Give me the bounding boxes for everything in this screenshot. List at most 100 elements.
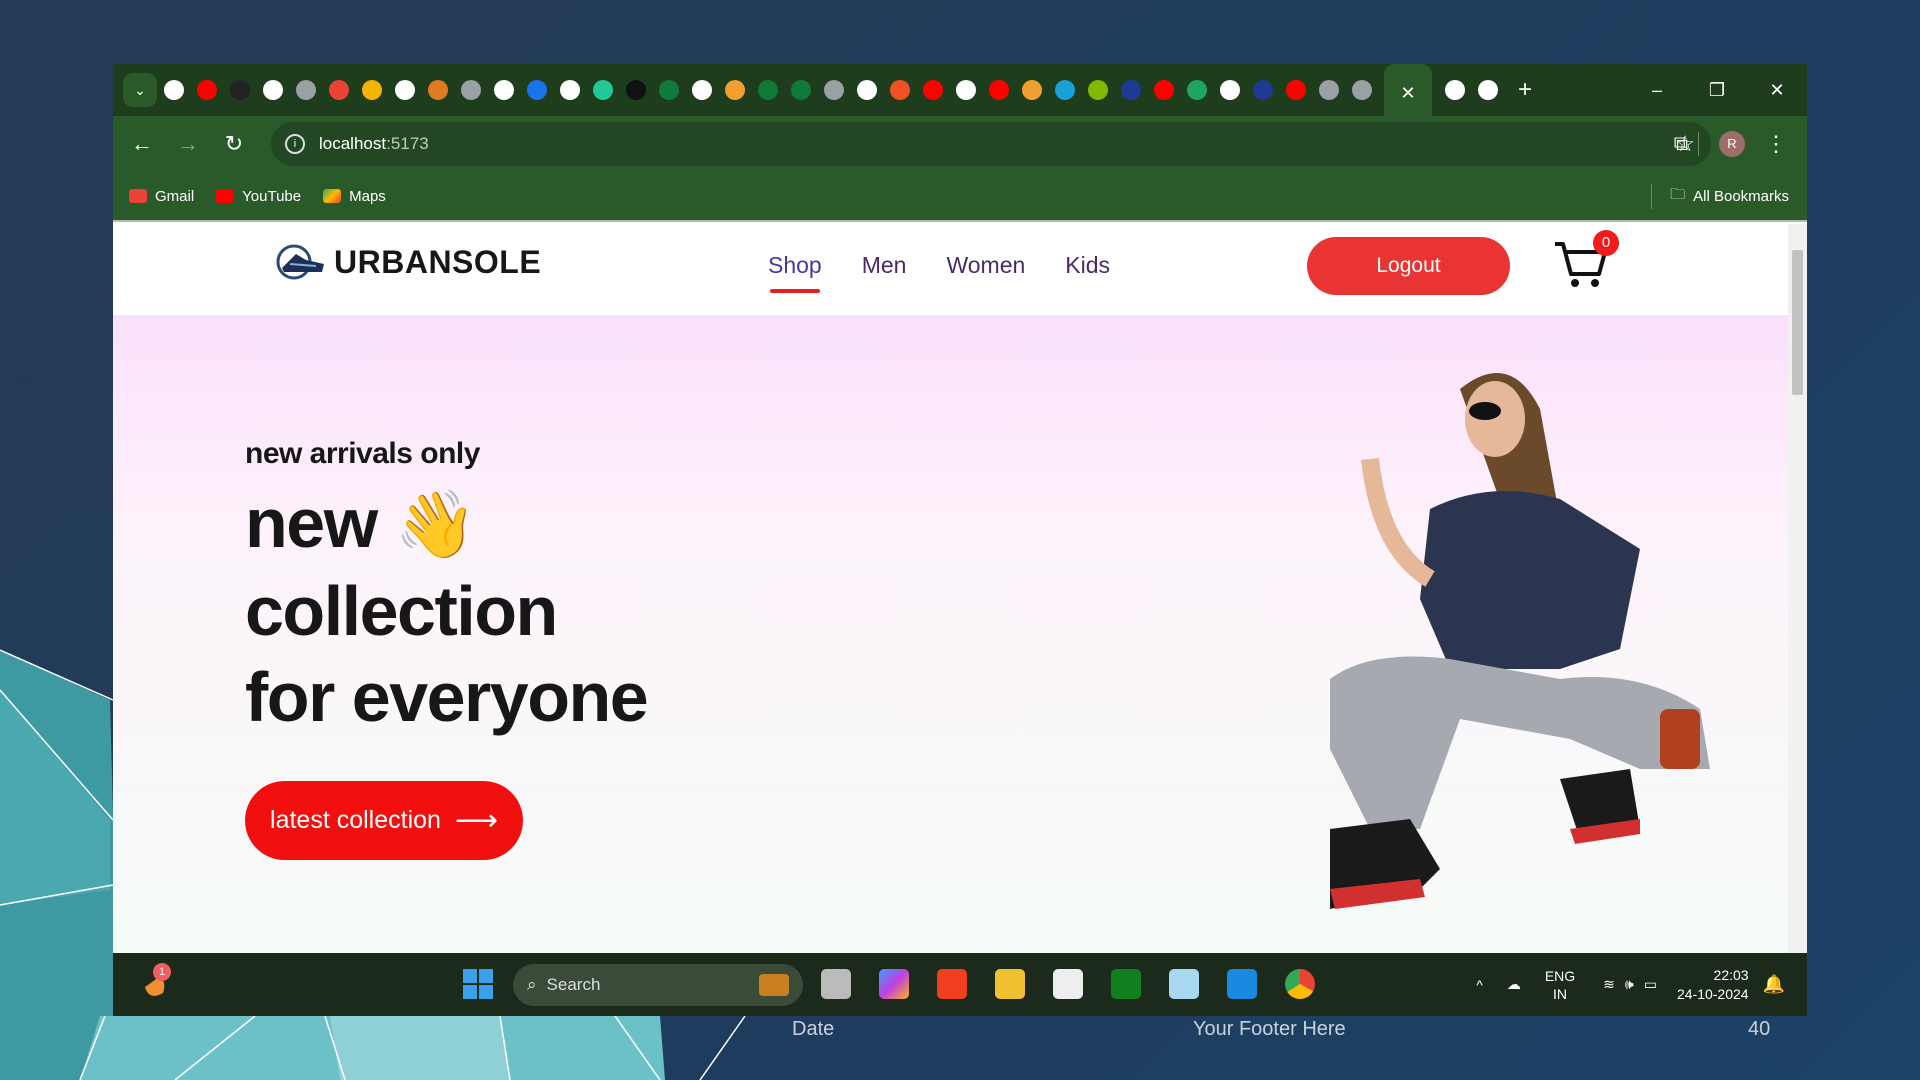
- tab-favicon-icon[interactable]: [824, 80, 844, 100]
- scrollbar-thumb[interactable]: [1792, 250, 1803, 395]
- taskbar-search[interactable]: ⌕ Search: [513, 964, 803, 1006]
- site-info-icon[interactable]: i: [285, 134, 305, 154]
- tab-favicon-icon[interactable]: [1319, 80, 1339, 100]
- tab-favicon-icon[interactable]: [1022, 80, 1042, 100]
- battery-icon[interactable]: ▭: [1644, 976, 1657, 993]
- tab-favicon-icon[interactable]: [956, 80, 976, 100]
- tab-favicon-icon[interactable]: [494, 80, 514, 100]
- tab-favicon-icon[interactable]: [1478, 80, 1498, 100]
- address-bar[interactable]: i localhost:5173 ☆: [271, 122, 1711, 166]
- slide-page-number: 40: [1748, 1018, 1771, 1040]
- tab-favicon-icon[interactable]: [395, 80, 415, 100]
- url-host: localhost: [319, 134, 387, 153]
- tab-favicon-icon[interactable]: [1253, 80, 1273, 100]
- bookmark-gmail[interactable]: Gmail: [129, 188, 194, 205]
- active-tab[interactable]: ✕: [1384, 64, 1432, 116]
- vscode-icon[interactable]: [1227, 969, 1257, 999]
- wifi-icon[interactable]: ≋: [1603, 976, 1615, 993]
- slide-footer-date: Date: [792, 1018, 835, 1040]
- minimize-button[interactable]: –: [1627, 64, 1687, 116]
- tab-favicon-icon[interactable]: [758, 80, 778, 100]
- tab-favicon-icon[interactable]: [362, 80, 382, 100]
- tab-favicon-icon[interactable]: [560, 80, 580, 100]
- tab-list-after: [1438, 80, 1504, 100]
- tab-favicon-icon[interactable]: [461, 80, 481, 100]
- clock[interactable]: 22:03 24-10-2024: [1677, 966, 1749, 1004]
- notification-bell-icon[interactable]: 🔔: [1763, 974, 1785, 995]
- show-hidden-icons[interactable]: ^: [1476, 977, 1483, 993]
- volume-icon[interactable]: 🕪: [1625, 976, 1634, 993]
- forward-button[interactable]: →: [165, 131, 211, 157]
- latest-collection-button[interactable]: latest collection ⟶: [245, 781, 523, 860]
- gmail-icon: [129, 189, 147, 203]
- tab-favicon-icon[interactable]: [1121, 80, 1141, 100]
- app-icon[interactable]: [1169, 969, 1199, 999]
- tab-favicon-icon[interactable]: [626, 80, 646, 100]
- nav-men[interactable]: Men: [862, 252, 907, 279]
- tab-favicon-icon[interactable]: [1055, 80, 1075, 100]
- extensions-icon[interactable]: ⧉: [1674, 133, 1688, 156]
- tab-favicon-icon[interactable]: [1220, 80, 1240, 100]
- task-view-icon[interactable]: [821, 969, 851, 999]
- browser-toolbar: ← → ↻ i localhost:5173 ☆ ⧉ R ⋮: [113, 116, 1807, 172]
- store-icon[interactable]: [1053, 969, 1083, 999]
- tab-favicon-icon[interactable]: [725, 80, 745, 100]
- chrome-icon[interactable]: [1285, 969, 1315, 999]
- tab-favicon-icon[interactable]: [296, 80, 316, 100]
- tab-favicon-icon[interactable]: [164, 80, 184, 100]
- reload-button[interactable]: ↻: [211, 131, 257, 157]
- tab-favicon-icon[interactable]: [791, 80, 811, 100]
- profile-avatar[interactable]: R: [1719, 131, 1745, 157]
- language-indicator[interactable]: ENG IN: [1545, 967, 1575, 1003]
- date: 24-10-2024: [1676, 985, 1749, 1002]
- nav-women[interactable]: Women: [946, 252, 1025, 279]
- start-button[interactable]: [463, 969, 493, 999]
- page-scrollbar[interactable]: [1788, 224, 1807, 953]
- back-button[interactable]: ←: [119, 131, 165, 157]
- bookmark-youtube[interactable]: YouTube: [216, 188, 301, 205]
- tab-favicon-icon[interactable]: [1352, 80, 1372, 100]
- close-window-button[interactable]: ✕: [1747, 64, 1807, 116]
- nav-kids[interactable]: Kids: [1065, 252, 1110, 279]
- menu-kebab-icon[interactable]: ⋮: [1765, 131, 1787, 157]
- tab-favicon-icon[interactable]: [659, 80, 679, 100]
- restore-button[interactable]: ❐: [1687, 64, 1747, 116]
- tab-favicon-icon[interactable]: [857, 80, 877, 100]
- site-logo[interactable]: URBANSOLE: [276, 242, 541, 282]
- tab-favicon-icon[interactable]: [989, 80, 1009, 100]
- tab-favicon-icon[interactable]: [263, 80, 283, 100]
- tab-favicon-icon[interactable]: [593, 80, 613, 100]
- widgets-button[interactable]: 1: [139, 963, 171, 1001]
- tab-favicon-icon[interactable]: [1445, 80, 1465, 100]
- bookmarks-bar: Gmail YouTube Maps 🗀 All Bookmarks: [113, 172, 1807, 222]
- tab-favicon-icon[interactable]: [230, 80, 250, 100]
- tab-favicon-icon[interactable]: [1088, 80, 1108, 100]
- tab-favicon-icon[interactable]: [527, 80, 547, 100]
- region-code: IN: [1552, 985, 1567, 1002]
- tab-favicon-icon[interactable]: [692, 80, 712, 100]
- new-tab-button[interactable]: +: [1518, 76, 1532, 104]
- tab-favicon-icon[interactable]: [1154, 80, 1174, 100]
- logout-button[interactable]: Logout: [1307, 237, 1510, 295]
- tab-favicon-icon[interactable]: [329, 80, 349, 100]
- tab-favicon-icon[interactable]: [1187, 80, 1207, 100]
- site-navbar: URBANSOLE Shop Men Women Kids Logout 0: [113, 224, 1788, 315]
- tab-favicon-icon[interactable]: [1286, 80, 1306, 100]
- tab-search-button[interactable]: ⌄: [123, 73, 157, 107]
- tab-favicon-icon[interactable]: [890, 80, 910, 100]
- bookmark-maps[interactable]: Maps: [323, 188, 386, 205]
- nav-shop[interactable]: Shop: [768, 252, 822, 293]
- tab-favicon-icon[interactable]: [428, 80, 448, 100]
- all-bookmarks-button[interactable]: 🗀 All Bookmarks: [1651, 183, 1789, 209]
- onedrive-icon[interactable]: ☁: [1507, 976, 1521, 993]
- hero-heading-line1: new 👋: [245, 483, 477, 564]
- close-tab-icon[interactable]: ✕: [1400, 83, 1415, 104]
- briefcase-icon: [759, 974, 789, 996]
- tab-favicon-icon[interactable]: [197, 80, 217, 100]
- xbox-icon[interactable]: [1111, 969, 1141, 999]
- bookmark-label: YouTube: [242, 187, 302, 205]
- tab-favicon-icon[interactable]: [923, 80, 943, 100]
- brave-icon[interactable]: [937, 969, 967, 999]
- copilot-icon[interactable]: [879, 969, 909, 999]
- file-explorer-icon[interactable]: [995, 969, 1025, 999]
